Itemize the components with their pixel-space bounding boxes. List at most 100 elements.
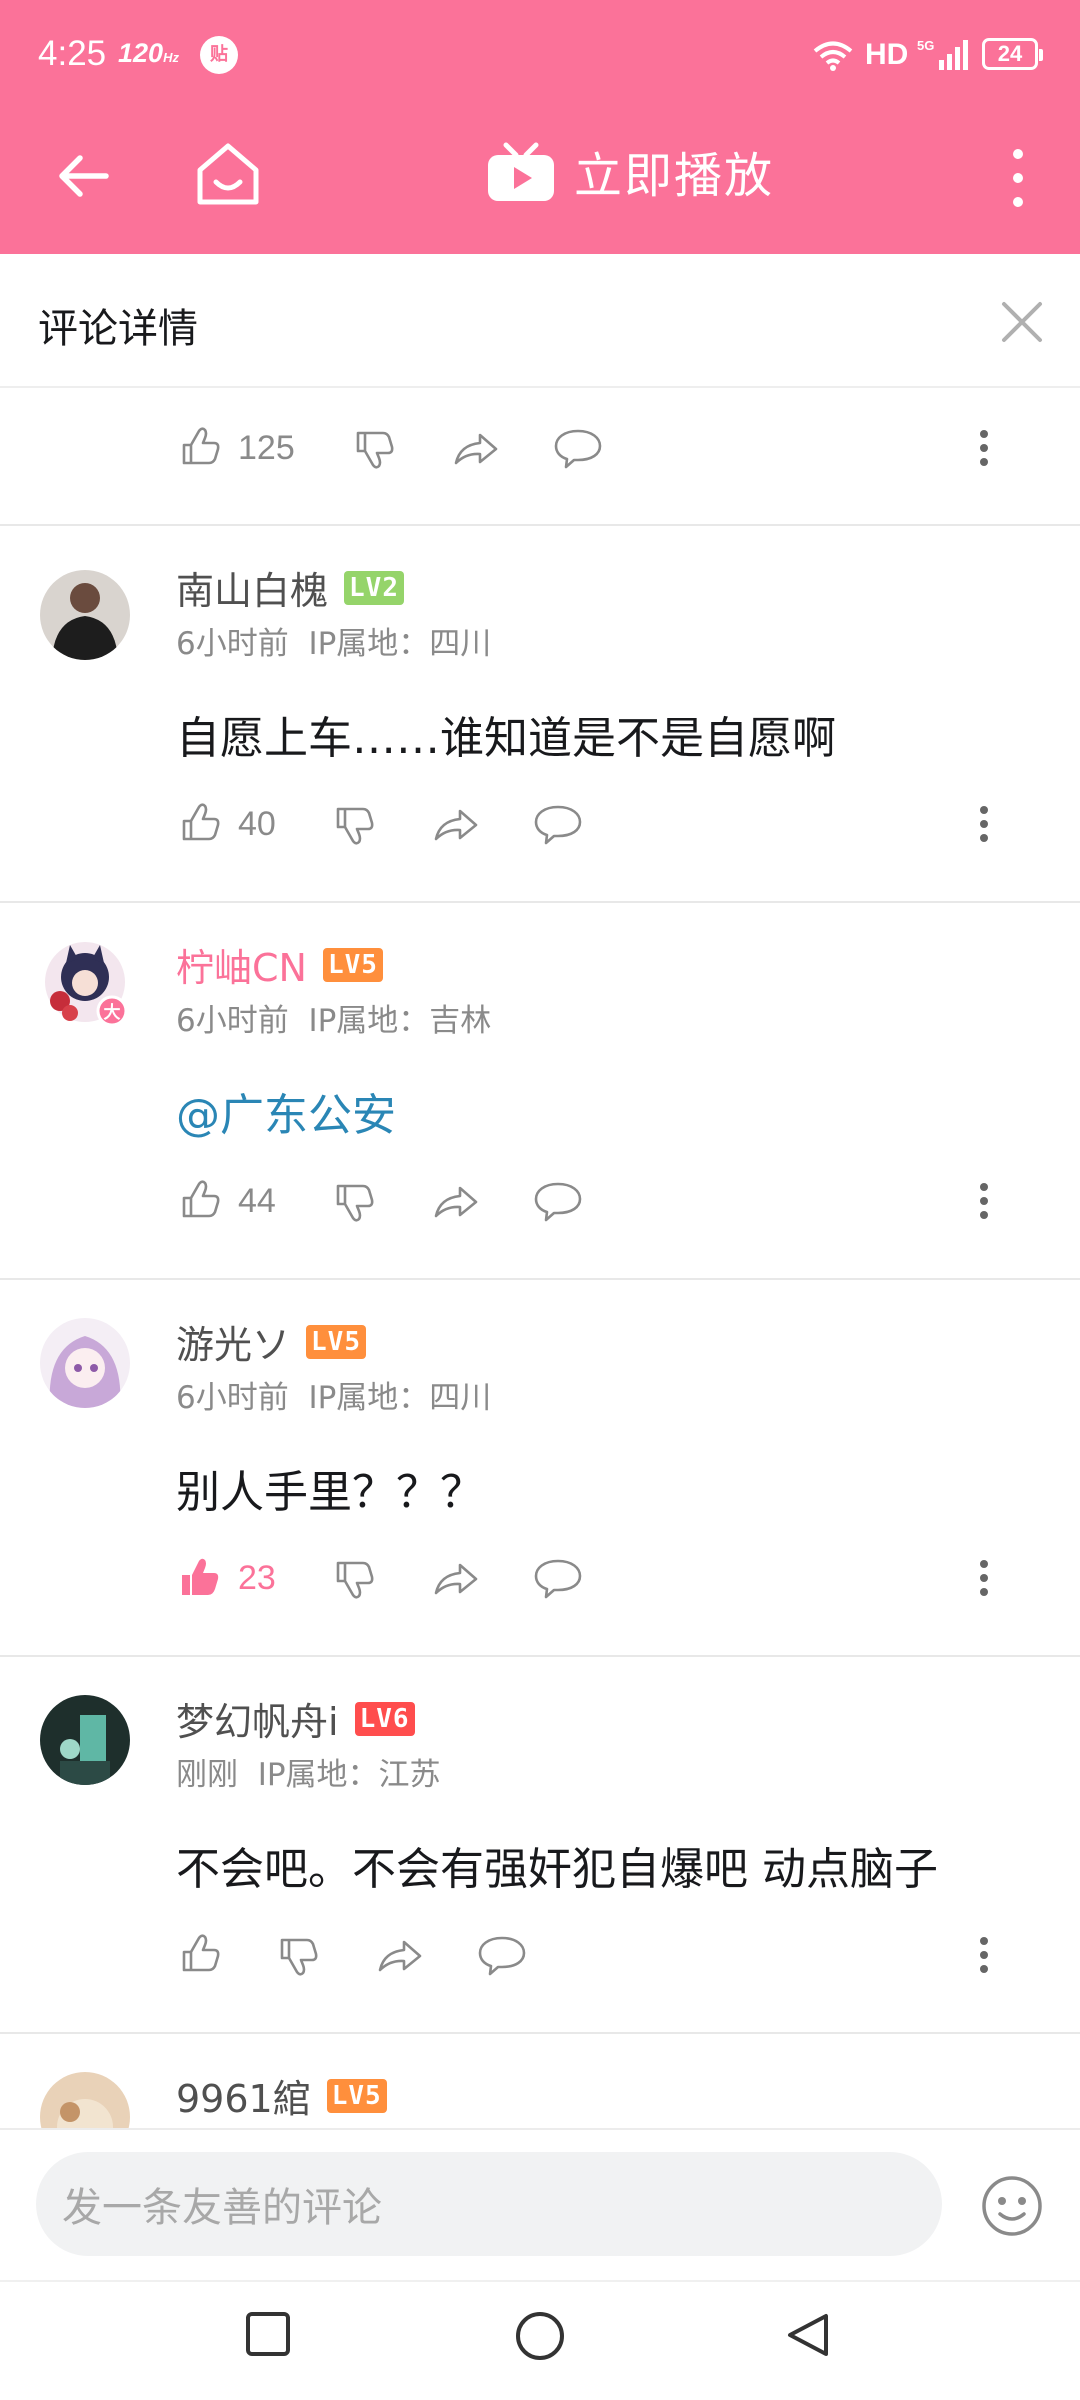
reply-icon [534, 805, 582, 845]
dislike-button[interactable] [328, 1171, 378, 1231]
dislike-button[interactable] [348, 418, 398, 478]
avatar[interactable] [40, 570, 130, 660]
like-button[interactable]: 125 [174, 418, 295, 478]
username-text: 游光ソ [176, 1323, 291, 1367]
comment-meta: 6小时前 IP属地：吉林 [176, 995, 491, 1040]
share-button[interactable] [430, 794, 482, 854]
username[interactable]: 游光ソ LV5 [176, 1314, 366, 1369]
username[interactable]: 南山白槐 LV2 [176, 560, 404, 615]
comment-list[interactable]: 125 南山白槐 LV2 6小时前 IP属地：四川 自愿上车……谁知道是不是自愿… [0, 388, 1080, 2128]
reply-button[interactable] [476, 1925, 528, 1985]
more-options-icon[interactable] [1000, 144, 1036, 212]
share-icon [434, 1563, 478, 1595]
reply-button[interactable] [532, 794, 584, 854]
comment-text: 不会吧。不会有强奸犯自爆吧 动点脑子 [176, 1844, 938, 1895]
ip-location: IP属地：吉林 [308, 1003, 492, 1039]
avatar[interactable] [40, 1318, 130, 1408]
comment-item: 9961綰 LV5 [0, 2034, 1080, 2128]
tv-play-icon [488, 142, 554, 201]
emoji-icon[interactable] [980, 2174, 1044, 2238]
avatar[interactable]: 大 [40, 937, 130, 1027]
mention-link[interactable]: @广东公安 [176, 1079, 396, 1143]
comment-item: 大 柠岫CN LV5 6小时前 IP属地：吉林 @广东公安 44 [0, 903, 1080, 1280]
thumb-up-icon [182, 1180, 220, 1218]
like-count: 125 [238, 428, 295, 467]
comment-item: 125 [0, 388, 1080, 526]
status-bar: 4:25 120Hz 贴 HD 5G 24 [0, 0, 1080, 110]
reply-icon [534, 1182, 582, 1222]
comment-actions: 44 [0, 1171, 1080, 1231]
reply-button[interactable] [532, 1171, 584, 1231]
vertical-dots-icon [980, 1560, 988, 1596]
home-icon[interactable] [190, 136, 266, 212]
network-type: HD [865, 38, 909, 71]
dislike-button[interactable] [272, 1925, 322, 1985]
wifi-icon [813, 41, 853, 71]
back-arrow-icon[interactable] [48, 140, 120, 212]
comment-actions [0, 1925, 1080, 1985]
like-count: 40 [238, 804, 276, 843]
reply-button[interactable] [532, 1548, 584, 1608]
back-triangle-icon[interactable] [782, 2310, 832, 2360]
like-button[interactable] [174, 1925, 224, 1985]
thumb-up-icon [182, 803, 220, 841]
tieba-icon: 贴 [200, 36, 238, 74]
avatar-image [40, 2072, 130, 2128]
share-button[interactable] [430, 1548, 482, 1608]
comment-text: 自愿上车……谁知道是不是自愿啊 [176, 713, 836, 764]
comment-more-button[interactable] [978, 1548, 990, 1608]
close-icon[interactable] [998, 298, 1046, 346]
reply-icon [534, 1559, 582, 1599]
comment-item: 梦幻帆舟i LV6 刚刚 IP属地：江苏 不会吧。不会有强奸犯自爆吧 动点脑子 [0, 1657, 1080, 2034]
like-button[interactable]: 44 [174, 1171, 276, 1231]
avatar[interactable] [40, 2072, 130, 2128]
username-text: 南山白槐 [176, 569, 329, 613]
comment-item: 南山白槐 LV2 6小时前 IP属地：四川 自愿上车……谁知道是不是自愿啊 40 [0, 526, 1080, 903]
share-button[interactable] [374, 1925, 426, 1985]
recent-apps-icon[interactable] [244, 2310, 292, 2358]
comment-actions: 125 [0, 418, 1080, 478]
comment-more-button[interactable] [978, 418, 990, 478]
dislike-button[interactable] [328, 794, 378, 854]
comment-actions: 40 [0, 794, 1080, 854]
comment-input-bar: 发一条友善的评论 [0, 2128, 1080, 2280]
home-circle-icon[interactable] [514, 2310, 566, 2362]
app-header: 4:25 120Hz 贴 HD 5G 24 立即播放 [0, 0, 1080, 254]
avatar-image [40, 1318, 130, 1408]
thumb-down-icon [356, 431, 394, 469]
comment-meta: 6小时前 IP属地：四川 [176, 618, 491, 663]
level-badge: LV5 [322, 947, 383, 982]
thumb-down-icon [336, 807, 374, 845]
username-text: 梦幻帆舟i [176, 1700, 339, 1744]
avatar[interactable] [40, 1695, 130, 1785]
username[interactable]: 9961綰 LV5 [176, 2068, 387, 2123]
share-icon [434, 1186, 478, 1218]
avatar-image [40, 570, 130, 660]
share-button[interactable] [430, 1171, 482, 1231]
ip-location: IP属地：四川 [308, 1380, 492, 1416]
share-button[interactable] [450, 418, 502, 478]
username[interactable]: 柠岫CN LV5 [176, 937, 383, 992]
ip-location: IP属地：四川 [308, 626, 492, 662]
system-navigation-bar [0, 2280, 1080, 2400]
comment-time: 6小时前 [176, 626, 289, 662]
avatar-image [40, 1695, 130, 1785]
comment-detail-header: 评论详情 [0, 254, 1080, 388]
vertical-dots-icon [980, 1183, 988, 1219]
vertical-dots-icon [980, 1937, 988, 1973]
thumb-down-icon [336, 1184, 374, 1222]
username[interactable]: 梦幻帆舟i LV6 [176, 1691, 415, 1746]
avatar-image: 大 [45, 942, 128, 1027]
username-text: 9961綰 [176, 2077, 311, 2121]
like-button-active[interactable]: 23 [174, 1548, 276, 1608]
comment-more-button[interactable] [978, 1171, 990, 1231]
play-now-button[interactable]: 立即播放 [486, 136, 774, 206]
reply-button[interactable] [552, 418, 604, 478]
like-button[interactable]: 40 [174, 794, 276, 854]
dislike-button[interactable] [328, 1548, 378, 1608]
comment-more-button[interactable] [978, 1925, 990, 1985]
battery-indicator: 24 [982, 38, 1043, 70]
comment-input[interactable]: 发一条友善的评论 [36, 2152, 942, 2256]
status-time: 4:25 [38, 34, 107, 73]
comment-more-button[interactable] [978, 794, 990, 854]
